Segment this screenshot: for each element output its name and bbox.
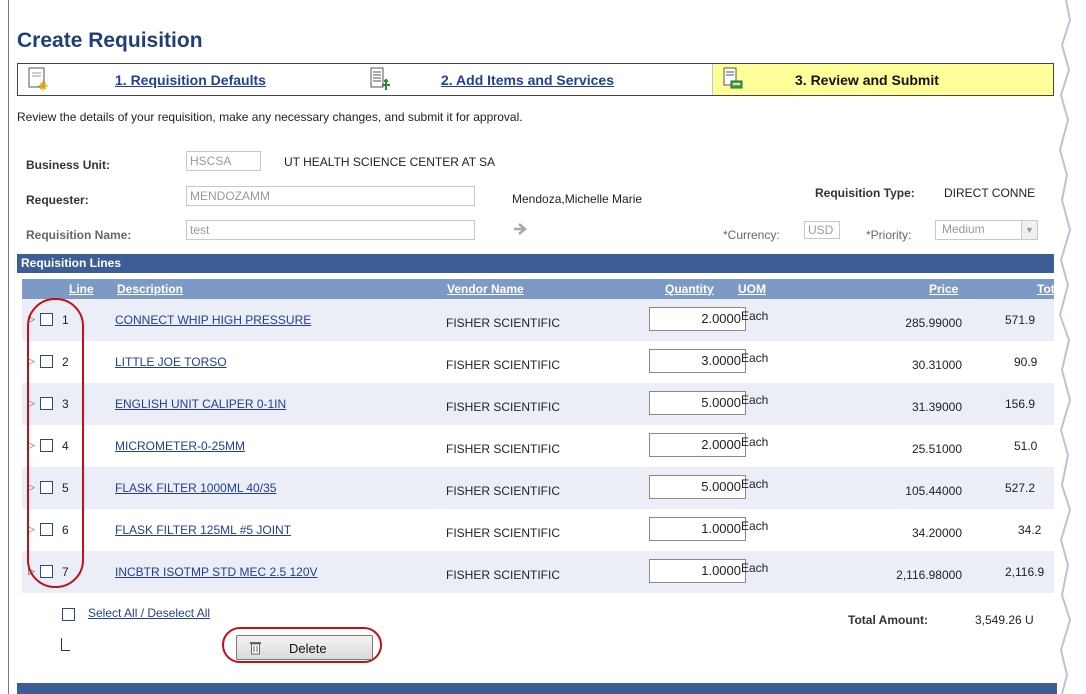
instructions-text: Review the details of your requisition, … [17,110,523,124]
step-2-link[interactable]: 2. Add Items and Services [441,72,614,88]
column-header-row: Line Description Vendor Name Quantity UO… [22,279,1061,299]
trash-icon [250,642,261,655]
table-row: ▷ 4 MICROMETER-0-25MM FISHER SCIENTIFIC … [22,425,1054,467]
vendor-name: FISHER SCIENTIFIC [446,484,561,498]
total-amount-label: Total Amount: [848,613,928,627]
uom-value: Each [741,351,769,365]
uom-value: Each [741,393,769,407]
requisition-name-lookup-icon[interactable] [512,221,528,237]
quantity-input[interactable]: 1.0000 [649,517,746,541]
torn-edge [1058,0,1086,694]
price-value: 34.20000 [911,526,962,540]
requisition-type-value: DIRECT CONNE [944,186,1036,200]
uom-value: Each [741,519,769,533]
vendor-name: FISHER SCIENTIFIC [446,568,561,582]
step-review-submit: 3. Review and Submit [712,64,1053,95]
total-value: 34.2 [1018,523,1042,537]
requisition-name-label: Requisition Name: [26,228,132,242]
uom-value: Each [741,435,769,449]
table-row: ▷ 1 CONNECT WHIP HIGH PRESSURE FISHER SC… [22,299,1054,341]
item-description-link[interactable]: INCBTR ISOTMP STD MEC 2.5 120V [115,565,318,579]
col-description[interactable]: Description [117,282,183,296]
col-price[interactable]: Price [929,282,958,296]
table-row: ▷ 3 ENGLISH UNIT CALIPER 0-1IN FISHER SC… [22,383,1054,425]
currency-field: USD [804,221,840,239]
add-items-icon [370,67,390,90]
step-1-link[interactable]: 1. Requisition Defaults [115,72,266,88]
vendor-name: FISHER SCIENTIFIC [446,358,561,372]
business-unit-description: UT HEALTH SCIENCE CENTER AT SA [284,155,496,169]
total-amount-value: 3,549.26 U [975,613,1034,627]
requisition-defaults-icon [28,67,48,91]
requester-label: Requester: [26,193,89,207]
business-unit-field: HSCSA [186,151,261,171]
vendor-name: FISHER SCIENTIFIC [446,316,561,330]
requester-field: MENDOZAMM [186,186,475,206]
requisition-type-label: Requisition Type: [815,186,915,200]
priority-select[interactable]: Medium ▼ [935,220,1038,240]
chevron-down-icon: ▼ [1021,221,1037,239]
requisition-lines-grid: Line Description Vendor Name Quantity UO… [17,273,1061,593]
step-add-items: 2. Add Items and Services [358,64,712,95]
vendor-name: FISHER SCIENTIFIC [446,442,561,456]
vendor-name: FISHER SCIENTIFIC [446,400,561,414]
col-quantity[interactable]: Quantity [665,282,714,296]
page-border [8,0,9,694]
item-description-link[interactable]: FLASK FILTER 125ML #5 JOINT [115,523,291,537]
vendor-name: FISHER SCIENTIFIC [446,526,561,540]
table-row: ▷ 2 LITTLE JOE TORSO FISHER SCIENTIFIC 3… [22,341,1054,383]
price-value: 105.44000 [905,484,962,498]
quantity-input[interactable]: 3.0000 [649,349,746,373]
select-all-checkbox[interactable] [62,608,75,621]
total-value: 527.2 [1005,481,1036,495]
item-description-link[interactable]: CONNECT WHIP HIGH PRESSURE [115,313,311,327]
total-value: 2,116.9 [1005,565,1045,579]
delete-button[interactable]: Delete [236,635,373,660]
select-all-link[interactable]: Select All / Deselect All [88,606,210,620]
total-value: 51.0 [1014,439,1038,453]
requisition-lines-header: Requisition Lines [17,254,1054,273]
total-value: 571.9 [1005,313,1036,327]
table-row: ▷ 7 INCBTR ISOTMP STD MEC 2.5 120V FISHE… [22,551,1054,593]
review-submit-icon [723,67,743,89]
item-description-link[interactable]: ENGLISH UNIT CALIPER 0-1IN [115,397,286,411]
quantity-input[interactable]: 2.0000 [649,307,746,331]
requester-name: Mendoza,Michelle Marie [512,192,643,206]
quantity-input[interactable]: 1.0000 [649,559,746,583]
price-value: 2,116.98000 [896,568,962,582]
price-value: 25.51000 [911,442,962,456]
quantity-input[interactable]: 2.0000 [649,433,746,457]
step-train: 1. Requisition Defaults 2. Add Items and… [17,63,1054,96]
item-description-link[interactable]: MICROMETER-0-25MM [115,439,245,453]
col-vendor-name[interactable]: Vendor Name [447,282,524,296]
col-line[interactable]: Line [69,282,94,296]
priority-value: Medium [942,222,985,236]
uom-value: Each [741,309,769,323]
table-row: ▷ 6 FLASK FILTER 125ML #5 JOINT FISHER S… [22,509,1054,551]
checkbox-highlight-oval [27,298,84,588]
tree-corner [61,638,70,651]
business-unit-label: Business Unit: [26,158,111,172]
item-description-link[interactable]: LITTLE JOE TORSO [115,355,227,369]
uom-value: Each [741,477,769,491]
requisition-name-field: test [186,220,475,240]
total-value: 156.9 [1005,397,1036,411]
table-row: ▷ 5 FLASK FILTER 1000ML 40/35 FISHER SCI… [22,467,1054,509]
price-value: 285.99000 [905,316,962,330]
quantity-input[interactable]: 5.0000 [649,391,746,415]
priority-label: *Priority: [866,228,912,242]
step-3-label: 3. Review and Submit [795,72,939,88]
item-description-link[interactable]: FLASK FILTER 1000ML 40/35 [115,481,276,495]
total-value: 90.9 [1014,355,1038,369]
next-section-bar [17,683,1057,694]
price-value: 31.39000 [911,400,962,414]
delete-label: Delete [289,641,327,656]
col-uom[interactable]: UOM [738,282,766,296]
price-value: 30.31000 [911,358,962,372]
currency-label: *Currency: [723,228,780,242]
page-title: Create Requisition [17,29,203,52]
uom-value: Each [741,561,769,575]
step-requisition-defaults: 1. Requisition Defaults [18,64,358,95]
quantity-input[interactable]: 5.0000 [649,475,746,499]
